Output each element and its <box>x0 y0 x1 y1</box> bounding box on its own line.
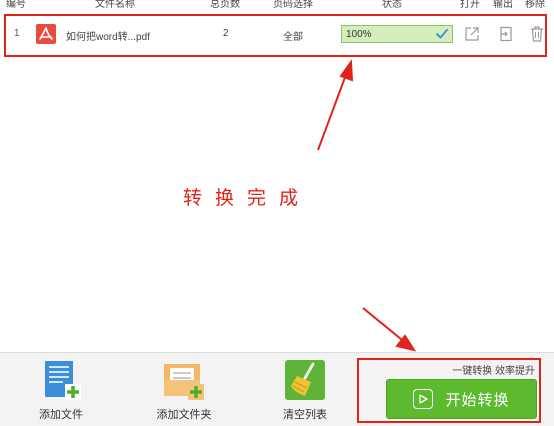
header-export: 输出 <box>493 0 513 10</box>
header-file-name: 文件名称 <box>95 0 135 10</box>
row-index: 1 <box>14 28 20 39</box>
start-convert-label: 开始转换 <box>445 390 510 409</box>
progress-text: 100% <box>346 29 372 40</box>
start-convert-button[interactable]: 开始转换 <box>386 379 537 419</box>
header-remove: 移除 <box>525 0 545 10</box>
pdf-icon <box>36 24 56 44</box>
play-icon <box>413 389 434 409</box>
clear-list-label: 清空列表 <box>283 409 327 421</box>
check-icon <box>435 27 449 46</box>
broom-icon <box>283 358 327 402</box>
add-file-icon <box>39 358 83 402</box>
header-page-select: 页码选择 <box>273 0 313 10</box>
header-index: 编号 <box>6 0 26 10</box>
add-file-label: 添加文件 <box>39 409 83 421</box>
completion-annotation: 转换完成 <box>183 187 312 209</box>
table-header: 编号 文件名称 总页数 页码选择 状态 打开 输出 移除 <box>0 0 554 12</box>
file-name: 如何把word转...pdf <box>66 32 150 43</box>
export-icon[interactable] <box>499 26 513 47</box>
add-folder-button[interactable]: 添加文件夹 <box>139 358 229 422</box>
page-select[interactable]: 全部 <box>283 28 303 43</box>
table-row[interactable]: 1 如何把word转...pdf 2 全部 100% <box>4 14 547 57</box>
add-folder-label: 添加文件夹 <box>156 409 212 421</box>
open-external-icon[interactable] <box>464 26 480 47</box>
header-total-pages: 总页数 <box>210 0 240 10</box>
slogan-text: 一键转换 效率提升 <box>452 366 535 377</box>
arrow-to-start-button <box>362 307 417 352</box>
progress-bar: 100% <box>341 25 453 43</box>
header-status: 状态 <box>382 0 402 10</box>
clear-list-button[interactable]: 清空列表 <box>260 358 350 422</box>
convert-area: 一键转换 效率提升 开始转换 <box>357 358 541 423</box>
arrow-to-progress <box>317 59 354 151</box>
page-count: 2 <box>223 28 229 39</box>
add-folder-icon <box>162 358 206 402</box>
trash-icon[interactable] <box>530 25 544 47</box>
add-file-button[interactable]: 添加文件 <box>16 358 106 422</box>
header-open: 打开 <box>460 0 480 10</box>
